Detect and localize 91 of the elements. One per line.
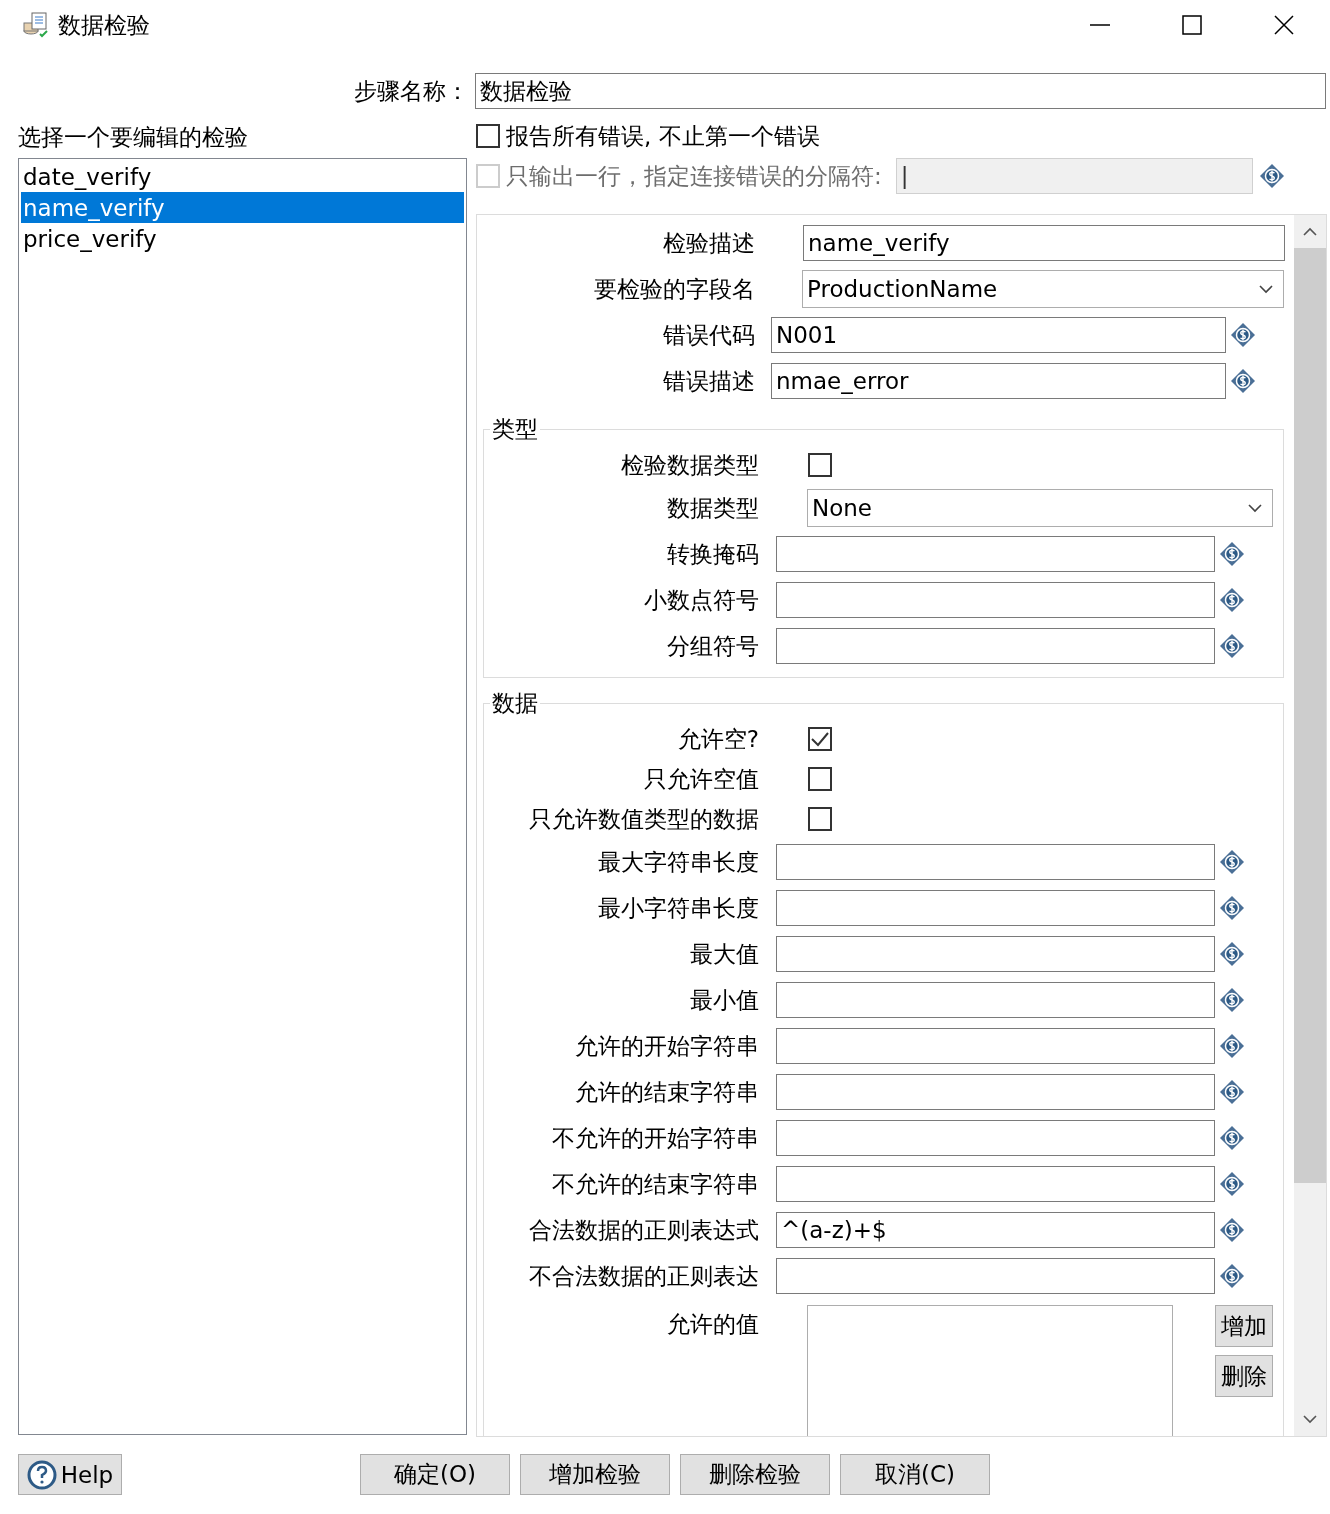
variable-icon[interactable]: [1219, 1263, 1245, 1289]
field-label: 检验数据类型: [620, 450, 759, 480]
variable-icon[interactable]: [1219, 987, 1245, 1013]
field-label: 错误代码: [662, 320, 755, 350]
checkbox-label: 只输出一行，指定连接错误的分隔符:: [506, 161, 882, 191]
input-field[interactable]: [776, 628, 1215, 664]
input-field[interactable]: [776, 536, 1215, 572]
variable-icon[interactable]: [1219, 1217, 1245, 1243]
checkbox[interactable]: [808, 807, 832, 831]
field-label: 合法数据的正则表达式: [528, 1215, 759, 1245]
close-icon: [1274, 15, 1294, 35]
input-field[interactable]: ^(a-z)+$: [776, 1212, 1215, 1248]
input-field[interactable]: [776, 1166, 1215, 1202]
variable-icon[interactable]: [1230, 322, 1256, 348]
variable-icon[interactable]: [1219, 541, 1245, 567]
chevron-down-icon: [1248, 503, 1262, 513]
field-label: 允许的结束字符串: [574, 1077, 759, 1107]
variable-icon[interactable]: [1219, 633, 1245, 659]
list-item[interactable]: name_verify: [21, 192, 464, 223]
field-label: 最小字符串长度: [597, 893, 759, 923]
checkbox[interactable]: [808, 453, 832, 477]
dialog-button[interactable]: 确定(O): [360, 1454, 510, 1495]
help-icon: [26, 1459, 57, 1490]
variable-icon[interactable]: [1219, 941, 1245, 967]
list-label: 选择一个要编辑的检验: [18, 122, 249, 152]
list-item[interactable]: price_verify: [21, 223, 464, 254]
step-name-label: 步骤名称：: [353, 76, 470, 106]
field-label: 要检验的字段名: [593, 274, 755, 304]
maximize-icon: [1182, 15, 1202, 35]
variable-icon[interactable]: [1219, 1125, 1245, 1151]
field-label: 错误描述: [662, 366, 755, 396]
window-title: 数据检验: [58, 10, 151, 40]
scrollbar[interactable]: [1294, 215, 1326, 1436]
field-label: 最小值: [689, 985, 759, 1015]
field-label: 不允许的结束字符串: [551, 1169, 759, 1199]
field-label: 数据类型: [666, 493, 759, 523]
field-label: 允许的开始字符串: [574, 1031, 759, 1061]
input-field[interactable]: name_verify: [803, 225, 1285, 261]
field-label: 最大字符串长度: [597, 847, 759, 877]
input-field[interactable]: N001: [771, 317, 1226, 353]
dialog-button[interactable]: 增加检验: [520, 1454, 670, 1495]
scroll-thumb[interactable]: [1294, 248, 1326, 1183]
input-field[interactable]: nmae_error: [771, 363, 1226, 399]
chevron-down-icon: [1259, 284, 1273, 294]
dropdown[interactable]: None: [807, 489, 1273, 527]
field-label: 最大值: [689, 939, 759, 969]
group-title: 类型: [491, 415, 539, 444]
list-item[interactable]: date_verify: [21, 161, 464, 192]
app-icon: [22, 11, 50, 39]
checkbox[interactable]: [476, 124, 500, 148]
list-button[interactable]: 删除: [1215, 1355, 1273, 1397]
input-field[interactable]: [776, 936, 1215, 972]
group-title: 数据: [491, 689, 539, 718]
input-field[interactable]: [776, 1120, 1215, 1156]
dropdown[interactable]: ProductionName: [802, 270, 1284, 308]
field-label: 小数点符号: [643, 585, 759, 615]
input-field[interactable]: [776, 890, 1215, 926]
variable-icon[interactable]: [1219, 849, 1245, 875]
field-label: 只允许空值: [643, 764, 759, 794]
scroll-up-icon[interactable]: [1303, 227, 1317, 236]
variable-icon[interactable]: [1219, 895, 1245, 921]
scroll-down-icon[interactable]: [1303, 1415, 1317, 1424]
checkbox-label: 报告所有错误, 不止第一个错误: [506, 121, 820, 151]
minimize-icon: [1090, 24, 1110, 26]
input-field[interactable]: [776, 982, 1215, 1018]
checkbox[interactable]: [808, 767, 832, 791]
variable-icon[interactable]: [1258, 163, 1285, 189]
input-field[interactable]: [776, 1258, 1215, 1294]
dialog-button[interactable]: 取消(C): [840, 1454, 990, 1495]
field-label: 不允许的开始字符串: [551, 1123, 759, 1153]
list-button[interactable]: 增加: [1215, 1305, 1273, 1347]
field-label: 允许空?: [676, 724, 759, 754]
field-label: 允许的值: [666, 1310, 759, 1339]
variable-icon[interactable]: [1230, 368, 1256, 394]
input-field[interactable]: [776, 844, 1215, 880]
variable-icon[interactable]: [1219, 587, 1245, 613]
field-label: 检验描述: [662, 228, 755, 258]
step-name-field[interactable]: 数据检验: [475, 73, 1326, 109]
field-label: 分组符号: [666, 631, 759, 661]
checkbox[interactable]: [808, 727, 832, 751]
field-label: 不合法数据的正则表达: [528, 1261, 759, 1291]
field-label: 只允许数值类型的数据: [528, 804, 759, 834]
variable-icon[interactable]: [1219, 1033, 1245, 1059]
field-label: 转换掩码: [666, 539, 759, 569]
help-button[interactable]: Help: [18, 1454, 122, 1495]
input-field[interactable]: [776, 1074, 1215, 1110]
variable-icon[interactable]: [1219, 1171, 1245, 1197]
input-field[interactable]: [776, 582, 1215, 618]
input-field[interactable]: [776, 1028, 1215, 1064]
variable-icon[interactable]: [1219, 1079, 1245, 1105]
dialog-button[interactable]: 删除检验: [680, 1454, 830, 1495]
